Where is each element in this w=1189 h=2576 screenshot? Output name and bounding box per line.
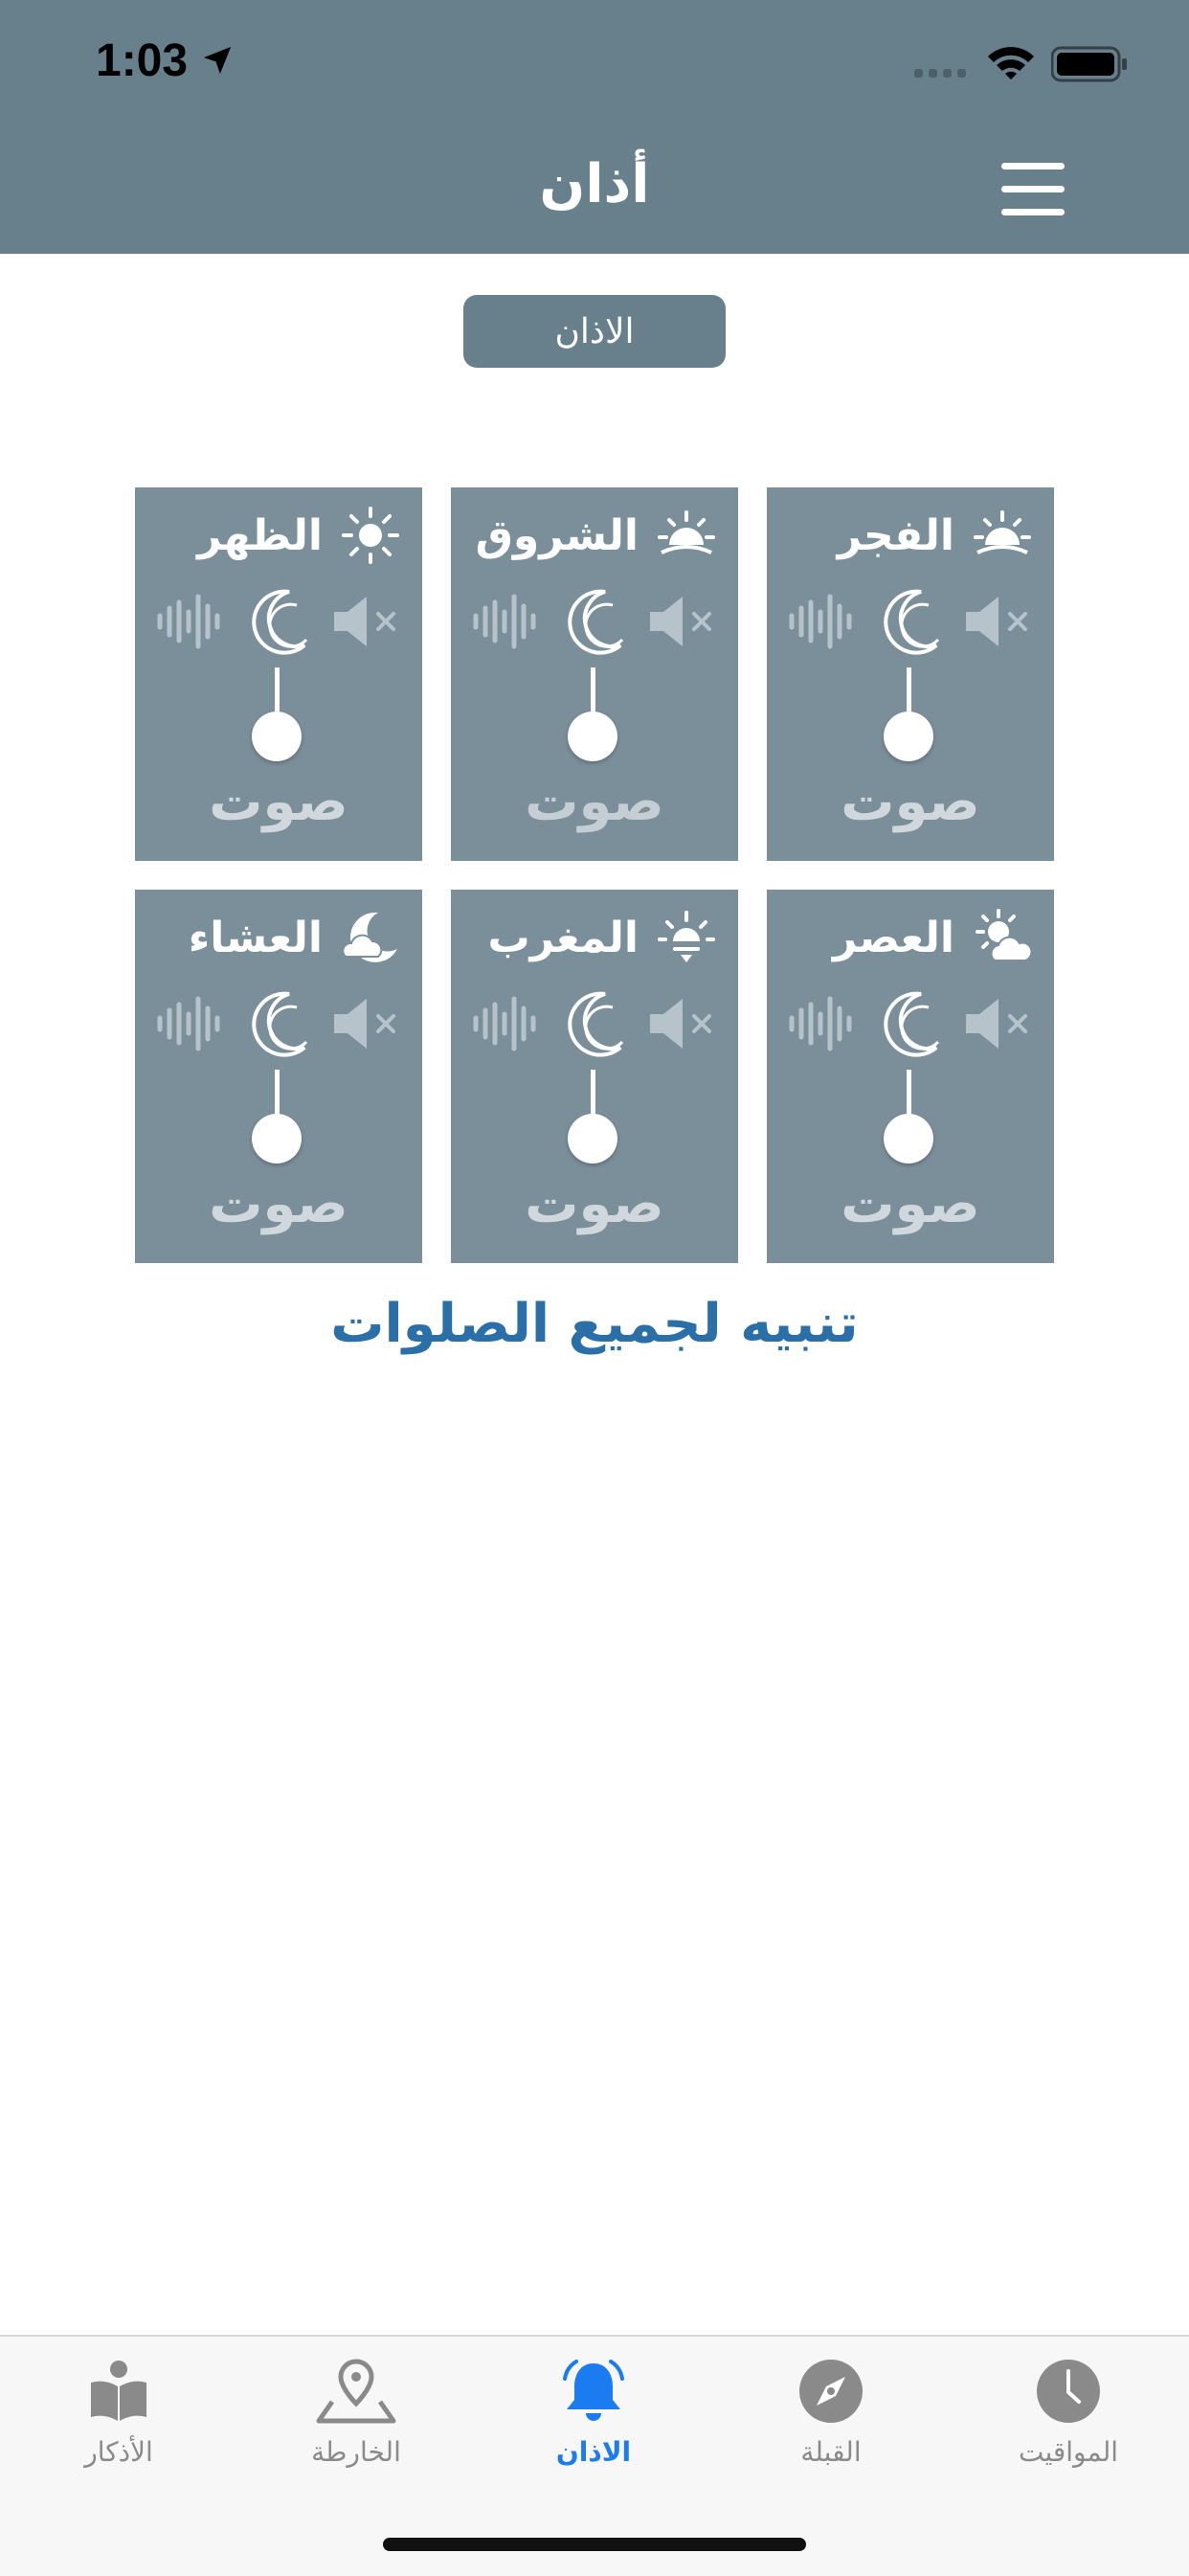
navigation-bar: أذان [0, 124, 1189, 254]
map-pin-icon [316, 2359, 396, 2424]
tab-label: الأذكار [84, 2436, 153, 2468]
tab-adhan[interactable]: الاذان [488, 2358, 699, 2501]
prayer-name: العشاء [188, 913, 323, 962]
prayer-card-asr[interactable]: العصر صوت [767, 890, 1054, 1263]
mute-speaker-icon[interactable] [646, 591, 717, 652]
battery-icon [1051, 46, 1127, 82]
sound-wave-icon[interactable] [788, 591, 855, 652]
mode-slider-knob[interactable] [252, 1114, 302, 1164]
all-prayers-alert-link[interactable]: تنبيه لجميع الصلوات [0, 1293, 1189, 1355]
mute-speaker-icon[interactable] [962, 993, 1033, 1054]
silent-moon-icon[interactable] [243, 586, 310, 657]
mute-speaker-icon[interactable] [330, 993, 401, 1054]
tab-qibla[interactable]: القبلة [726, 2358, 936, 2501]
tab-label: الخارطة [311, 2436, 401, 2468]
prayer-name: الشروق [475, 510, 639, 560]
sunrise-icon [974, 510, 1031, 554]
mode-label: صوت [841, 771, 980, 833]
location-arrow-icon [203, 46, 232, 75]
mode-slider-knob[interactable] [884, 712, 933, 761]
tab-label: المواقيت [1018, 2436, 1119, 2468]
clock-icon [1037, 2360, 1100, 2423]
sound-wave-icon[interactable] [156, 591, 223, 652]
mode-label: صوت [525, 1173, 664, 1235]
mute-speaker-icon[interactable] [330, 591, 401, 652]
silent-moon-icon[interactable] [875, 988, 942, 1059]
cellular-signal-icon [914, 69, 966, 78]
mode-slider-knob[interactable] [568, 1114, 617, 1164]
mode-label: صوت [841, 1173, 980, 1235]
mode-slider-knob[interactable] [884, 1114, 933, 1164]
prayer-card-shurooq[interactable]: الشروق صوت [451, 487, 738, 861]
prayer-card-maghrib[interactable]: المغرب صوت [451, 890, 738, 1263]
sun-icon [342, 507, 399, 564]
sunrise-icon [658, 510, 715, 554]
mode-slider-knob[interactable] [252, 712, 302, 761]
prayer-name: الفجر [837, 510, 954, 560]
compass-icon [799, 2360, 863, 2423]
prayer-card-dhuhr[interactable]: الظهر صوت [135, 487, 422, 861]
tab-label: الاذان [555, 2436, 632, 2468]
hamburger-icon [1001, 163, 1065, 169]
tab-label: القبلة [800, 2436, 862, 2468]
silent-moon-icon[interactable] [559, 988, 626, 1059]
silent-moon-icon[interactable] [243, 988, 310, 1059]
book-icon [91, 2361, 146, 2421]
mode-label: صوت [209, 1173, 348, 1235]
bell-icon [563, 2360, 624, 2421]
silent-moon-icon[interactable] [559, 586, 626, 657]
prayer-name: المغرب [487, 913, 639, 962]
menu-button[interactable] [1001, 161, 1070, 218]
prayer-card-isha[interactable]: العشاء صوت [135, 890, 422, 1263]
moon-cloud-icon [342, 912, 397, 962]
prayer-name: الظهر [197, 510, 323, 560]
tab-timings[interactable]: المواقيت [963, 2358, 1174, 2501]
tab-map[interactable]: الخارطة [251, 2358, 461, 2501]
prayer-name: العصر [832, 913, 954, 962]
tab-adhkar[interactable]: الأذكار [13, 2358, 224, 2501]
sound-wave-icon[interactable] [788, 993, 855, 1054]
sun-cloud-icon [976, 909, 1033, 961]
mode-label: صوت [525, 771, 664, 833]
sound-wave-icon[interactable] [472, 591, 539, 652]
sound-wave-icon[interactable] [472, 993, 539, 1054]
silent-moon-icon[interactable] [875, 586, 942, 657]
adhan-section-button[interactable]: الاذان [463, 295, 726, 368]
mode-slider-knob[interactable] [568, 712, 617, 761]
wifi-icon [988, 47, 1034, 79]
mute-speaker-icon[interactable] [962, 591, 1033, 652]
home-indicator [383, 2538, 806, 2551]
mute-speaker-icon[interactable] [646, 993, 717, 1054]
prayer-card-fajr[interactable]: الفجر صوت [767, 487, 1054, 861]
status-time: 1:03 [96, 35, 189, 86]
mode-label: صوت [209, 771, 348, 833]
sound-wave-icon[interactable] [156, 993, 223, 1054]
sunset-icon [658, 911, 715, 962]
status-bar: 1:03 [0, 0, 1189, 124]
